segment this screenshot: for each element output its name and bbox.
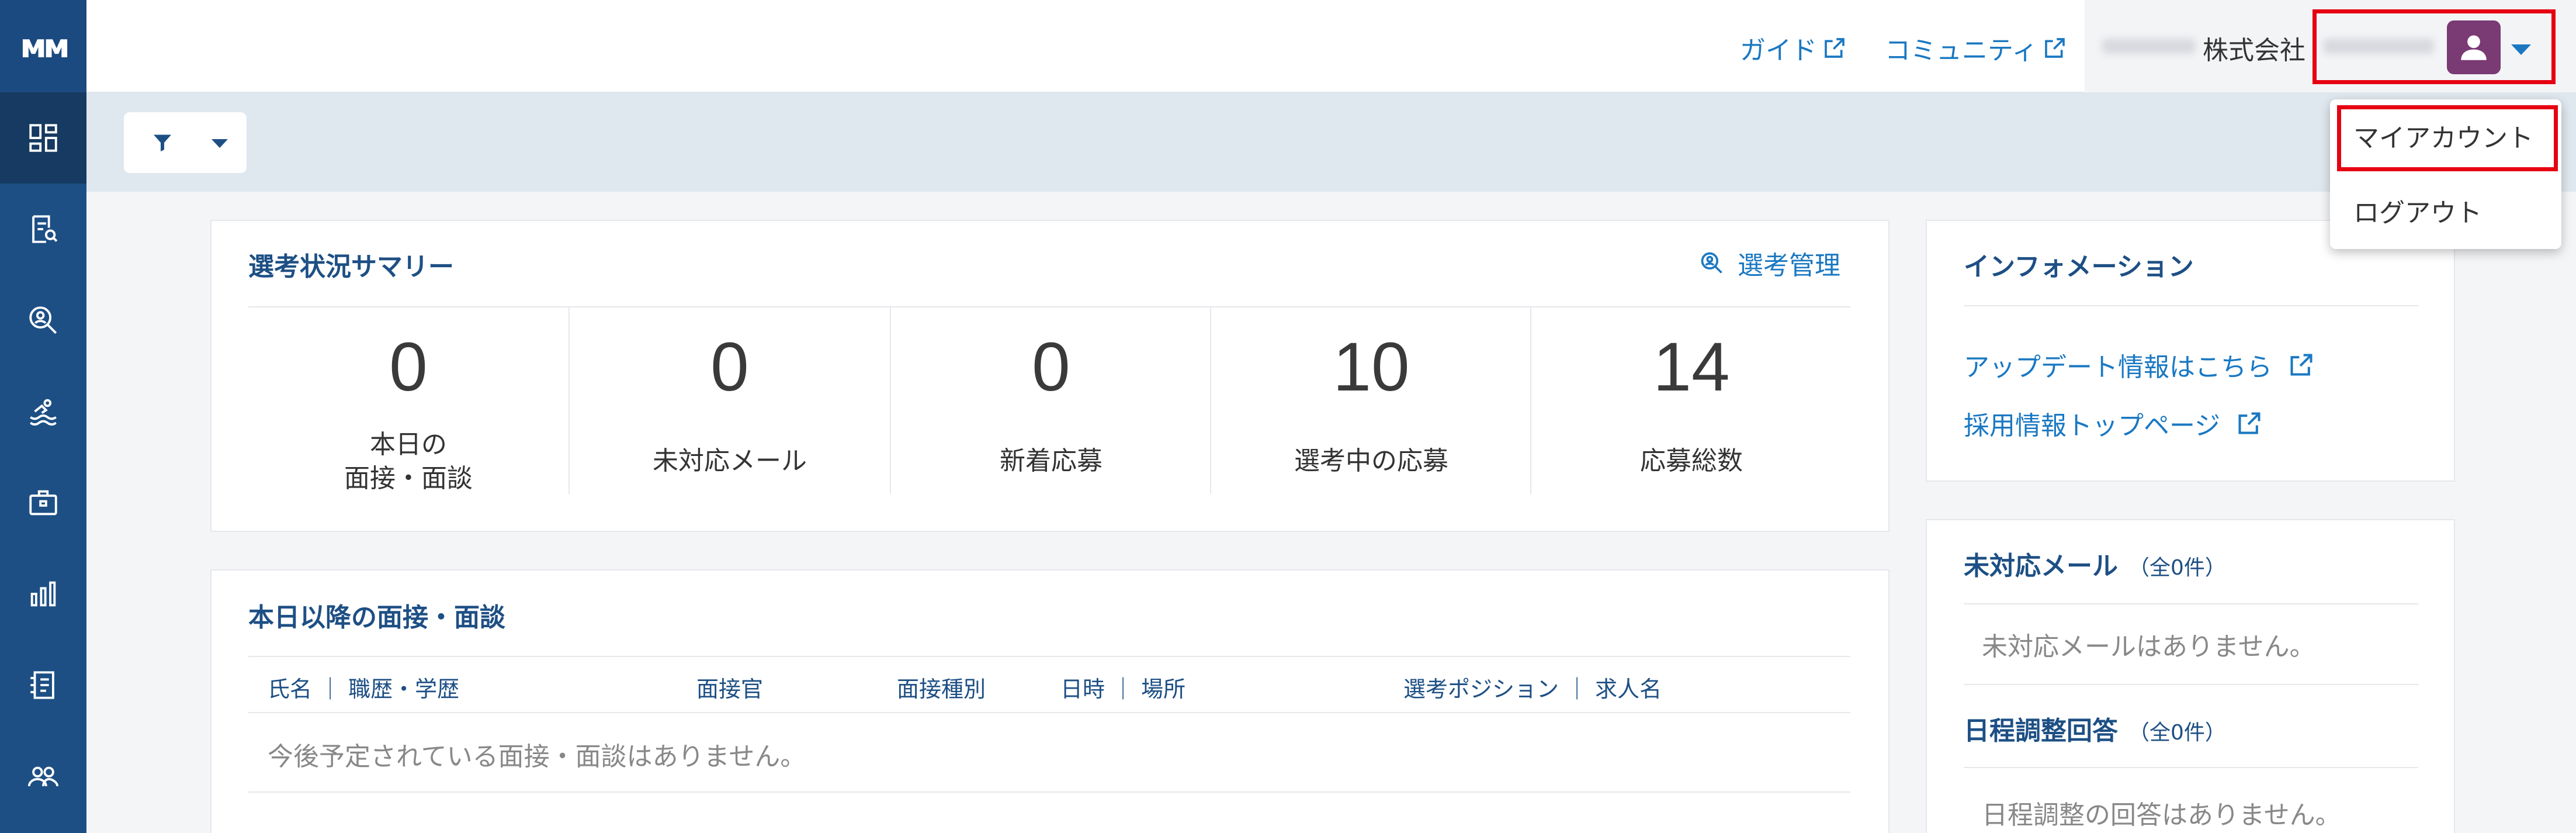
app-logo[interactable]: ᴍᴍ: [0, 0, 86, 92]
stat-label: 選考中の応募: [1294, 446, 1448, 476]
redacted-company-name: [2102, 39, 2196, 54]
sidebar-item-candidates[interactable]: [0, 275, 86, 366]
sidebar-item-positions[interactable]: [0, 457, 86, 548]
divider: [248, 791, 1850, 793]
recruit-top-link[interactable]: 採用情報トップページ: [1964, 405, 2262, 442]
divider: [1964, 603, 2418, 604]
divider: [1964, 767, 2418, 768]
community-link[interactable]: コミュニティ: [1885, 29, 2067, 67]
empty-message: 未対応メールはありません。: [1982, 632, 2315, 662]
update-info-link[interactable]: アップデート情報はこちら: [1964, 346, 2314, 383]
bar-chart-icon: [30, 581, 56, 607]
filter-button[interactable]: [124, 112, 247, 173]
stat-value: 0: [389, 329, 428, 406]
community-label: コミュニティ: [1885, 36, 2038, 65]
person-search-icon: [29, 306, 57, 334]
briefcase-icon: [29, 490, 57, 516]
column-header: 面接官: [696, 676, 764, 702]
unhandled-mail-title: 未対応メール （全0件）: [1964, 551, 2226, 581]
stat-value: 0: [1032, 329, 1070, 406]
filter-bar: [86, 92, 2576, 192]
divider: [248, 306, 1850, 307]
logout-menu-item[interactable]: ログアウト: [2353, 192, 2482, 229]
person-search-icon: [1701, 252, 1722, 274]
sidebar-item-jobs[interactable]: [0, 184, 86, 275]
summary-title: 選考状況サマリー: [248, 252, 454, 282]
external-link-icon: [2290, 354, 2312, 376]
user-menu-highlight[interactable]: [2312, 9, 2556, 84]
interviews-title: 本日以降の面接・面談: [248, 603, 505, 632]
guide-label: ガイド: [1740, 36, 1817, 65]
stat-value: 0: [710, 329, 749, 406]
users-icon: [27, 766, 59, 787]
column-header: 氏名 ｜ 職歴・学歴: [268, 676, 460, 702]
column-header: 日時 ｜ 場所: [1060, 676, 1186, 702]
recruit-top-label: 採用情報トップページ: [1964, 411, 2221, 441]
sidebar-item-analytics[interactable]: [0, 548, 86, 640]
stat-label: 本日の 面接・面談: [344, 430, 473, 493]
chevron-down-icon: [212, 139, 228, 148]
sidebar-item-members[interactable]: [0, 731, 86, 822]
divider: [1964, 305, 2418, 306]
external-link-icon: [2045, 38, 2065, 58]
stat-value: 10: [1333, 329, 1410, 406]
selection-management-label: 選考管理: [1738, 251, 1840, 281]
update-info-label: アップデート情報はこちら: [1964, 352, 2272, 382]
stat-label: 新着応募: [1000, 446, 1102, 476]
divider: [248, 656, 1850, 657]
empty-message: 日程調整の回答はありません。: [1982, 800, 2341, 830]
company-suffix: 株式会社: [2203, 36, 2305, 65]
divider: [248, 712, 1850, 713]
guide-link[interactable]: ガイド: [1740, 29, 1846, 67]
sidebar-item-dashboard[interactable]: [0, 92, 86, 184]
selection-management-link[interactable]: 選考管理: [1699, 244, 1840, 282]
filter-icon: [154, 134, 171, 151]
swimmer-icon: [30, 399, 57, 426]
empty-message: 今後予定されている面接・面談はありません。: [268, 742, 806, 772]
column-header: 面接種別: [897, 676, 986, 702]
divider: [1964, 684, 2418, 685]
document-search-icon: [32, 215, 58, 243]
stat-label: 応募総数: [1640, 446, 1743, 476]
sidebar: ᴍᴍ: [0, 0, 86, 833]
my-account-highlight[interactable]: [2337, 105, 2558, 171]
stat-label: 未対応メール: [653, 446, 807, 476]
sidebar-item-forms[interactable]: [0, 640, 86, 731]
sidebar-item-pool[interactable]: [0, 366, 86, 457]
external-link-icon: [1825, 38, 1845, 58]
schedule-reply-title: 日程調整回答 （全0件）: [1964, 716, 2226, 746]
column-header: 選考ポジション ｜ 求人名: [1403, 676, 1662, 702]
dashboard-icon: [29, 124, 57, 152]
information-title: インフォメーション: [1964, 252, 2194, 282]
stat-value: 14: [1653, 329, 1730, 406]
external-link-icon: [2238, 412, 2260, 434]
form-icon: [30, 671, 54, 699]
